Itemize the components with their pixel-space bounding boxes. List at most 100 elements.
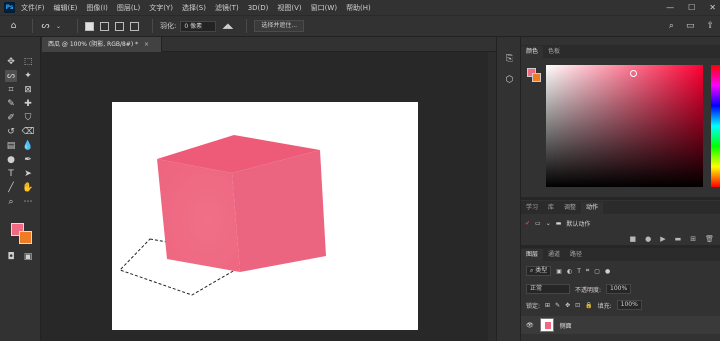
tab-learn[interactable]: 学习	[521, 202, 543, 214]
close-tab-icon[interactable]: ×	[144, 41, 149, 48]
opacity-input[interactable]: 100%	[606, 284, 632, 294]
3d-panel-icon[interactable]: ⬡	[503, 73, 516, 86]
menu-type[interactable]: 文字(Y)	[149, 3, 173, 13]
color-field[interactable]	[546, 65, 703, 187]
pen-tool-icon[interactable]: ✒	[22, 154, 34, 166]
menu-layer[interactable]: 图层(L)	[117, 3, 140, 13]
feather-label: 羽化:	[160, 22, 177, 30]
close-button[interactable]: ✕	[709, 3, 716, 12]
document-tab[interactable]: 西瓜 @ 100% (阴影, RGB/8#) * ×	[42, 37, 162, 52]
minimize-button[interactable]: —	[666, 3, 674, 12]
tab-paths[interactable]: 路径	[565, 249, 587, 261]
menu-filter[interactable]: 滤镜(T)	[215, 3, 239, 13]
layer-filter-select[interactable]: ⌕ 类型	[526, 266, 552, 276]
shape-filter-icon[interactable]: ⌗	[586, 267, 589, 275]
eye-icon[interactable]: 👁	[526, 322, 534, 329]
eyedropper-tool-icon[interactable]: ✎	[5, 98, 17, 110]
record-icon[interactable]: ●	[645, 235, 651, 243]
lasso-tool-preset-icon[interactable]: ᔕ	[40, 21, 51, 32]
tab-adjustments[interactable]: 调整	[559, 202, 581, 214]
gradient-tool-icon[interactable]: ▤	[5, 140, 17, 152]
adjustment-filter-icon[interactable]: ◐	[567, 268, 572, 275]
move-tool-icon[interactable]: ✥	[5, 56, 17, 68]
panel-background-swatch[interactable]	[532, 73, 541, 82]
intersect-selection-button[interactable]	[130, 21, 139, 31]
pixel-filter-icon[interactable]: ▣	[556, 268, 562, 275]
healing-brush-tool-icon[interactable]: ✚	[22, 98, 34, 110]
add-to-selection-button[interactable]	[100, 21, 109, 31]
tab-libraries[interactable]: 库	[543, 202, 559, 214]
subtract-from-selection-button[interactable]	[115, 21, 124, 31]
brush-tool-icon[interactable]: ✐	[5, 112, 17, 124]
menu-select[interactable]: 选择(S)	[182, 3, 206, 13]
menu-edit[interactable]: 编辑(E)	[54, 3, 78, 13]
dodge-tool-icon[interactable]: ●	[5, 154, 17, 166]
menu-view[interactable]: 视图(V)	[277, 3, 301, 13]
filter-toggle-icon[interactable]: ●	[605, 268, 610, 275]
maximize-button[interactable]: ☐	[688, 3, 695, 12]
share-icon[interactable]: ⇪	[706, 21, 714, 31]
lock-transparency-icon[interactable]: ⊞	[545, 302, 550, 309]
new-set-icon[interactable]: ▬	[675, 235, 682, 243]
type-filter-icon[interactable]: T	[577, 268, 581, 275]
blend-row: 正常 不透明度: 100%	[521, 284, 720, 294]
feather-input[interactable]: 0 像素	[180, 20, 217, 32]
workspace-icon[interactable]: ▭	[686, 21, 695, 31]
clone-stamp-tool-icon[interactable]: ⛉	[22, 112, 34, 124]
lock-artboard-icon[interactable]: ⊡	[575, 302, 580, 309]
chevron-down-icon[interactable]: ⌄	[546, 220, 551, 227]
magic-wand-tool-icon[interactable]: ✦	[22, 70, 34, 82]
delete-icon[interactable]: 🗑	[705, 235, 714, 243]
new-selection-button[interactable]	[85, 21, 94, 31]
select-and-mask-button[interactable]: 选择并遮住...	[254, 20, 305, 32]
layer-row[interactable]: 👁 侧面	[521, 316, 720, 334]
new-action-icon[interactable]: ⊞	[690, 235, 696, 243]
blend-mode-select[interactable]: 正常	[526, 284, 570, 294]
search-icon[interactable]: ⌕	[669, 21, 674, 31]
tab-layers[interactable]: 图层	[521, 249, 544, 261]
color-picker-cursor[interactable]	[630, 70, 637, 77]
frame-tool-icon[interactable]: ⊠	[22, 84, 34, 96]
menu-window[interactable]: 窗口(W)	[311, 3, 337, 13]
marquee-tool-icon[interactable]: ⬚	[22, 56, 34, 68]
hand-tool-icon[interactable]: ✋	[22, 182, 34, 194]
history-brush-tool-icon[interactable]: ↺	[5, 126, 17, 138]
hue-slider[interactable]	[711, 65, 720, 187]
blur-tool-icon[interactable]: 💧	[22, 140, 34, 152]
line-tool-icon[interactable]: ╱	[5, 182, 17, 194]
menu-file[interactable]: 文件(F)	[21, 3, 45, 13]
crop-tool-icon[interactable]: ⌗	[5, 84, 17, 96]
path-selection-tool-icon[interactable]: ➤	[22, 168, 34, 180]
vertical-scrollbar[interactable]	[488, 52, 496, 341]
tab-color[interactable]: 颜色	[521, 46, 544, 58]
menu-help[interactable]: 帮助(H)	[346, 3, 371, 13]
tab-actions[interactable]: 动作	[581, 202, 604, 214]
anti-alias-icon[interactable]: ◢◣	[222, 21, 233, 32]
more-tools-icon[interactable]: ⋯	[22, 196, 34, 208]
tab-swatches[interactable]: 色板	[543, 46, 565, 58]
eraser-tool-icon[interactable]: ⌫	[22, 126, 35, 138]
lock-position-icon[interactable]: ✥	[565, 302, 570, 309]
background-color-swatch[interactable]	[19, 231, 32, 244]
quick-mask-icon[interactable]: ◘	[5, 251, 17, 263]
lasso-tool-icon[interactable]: ᔕ	[5, 70, 17, 82]
zoom-tool-icon[interactable]: ⌕	[5, 196, 17, 208]
history-panel-icon[interactable]: ⎘	[503, 52, 516, 65]
check-icon[interactable]: ✔	[525, 220, 530, 227]
smart-object-filter-icon[interactable]: ▢	[594, 268, 600, 275]
lock-pixels-icon[interactable]: ✎	[555, 302, 560, 309]
type-tool-icon[interactable]: T	[5, 168, 17, 180]
screen-mode-icon[interactable]: ▣	[22, 251, 34, 263]
stop-icon[interactable]: ■	[629, 235, 636, 243]
lock-all-icon[interactable]: 🔒	[585, 302, 592, 309]
fill-input[interactable]: 100%	[616, 300, 642, 310]
play-icon[interactable]: ▶	[660, 235, 665, 243]
canvas[interactable]	[112, 102, 418, 330]
tab-channels[interactable]: 通道	[543, 249, 565, 261]
dialog-toggle-icon[interactable]: ▭	[535, 220, 541, 227]
action-set-row[interactable]: ✔ ▭ ⌄ ▬ 默认动作	[521, 217, 720, 229]
home-icon[interactable]: ⌂	[8, 21, 19, 32]
chevron-down-icon[interactable]: ⌄	[53, 21, 64, 32]
menu-3d[interactable]: 3D(D)	[248, 4, 269, 12]
menu-image[interactable]: 图像(I)	[86, 3, 108, 13]
